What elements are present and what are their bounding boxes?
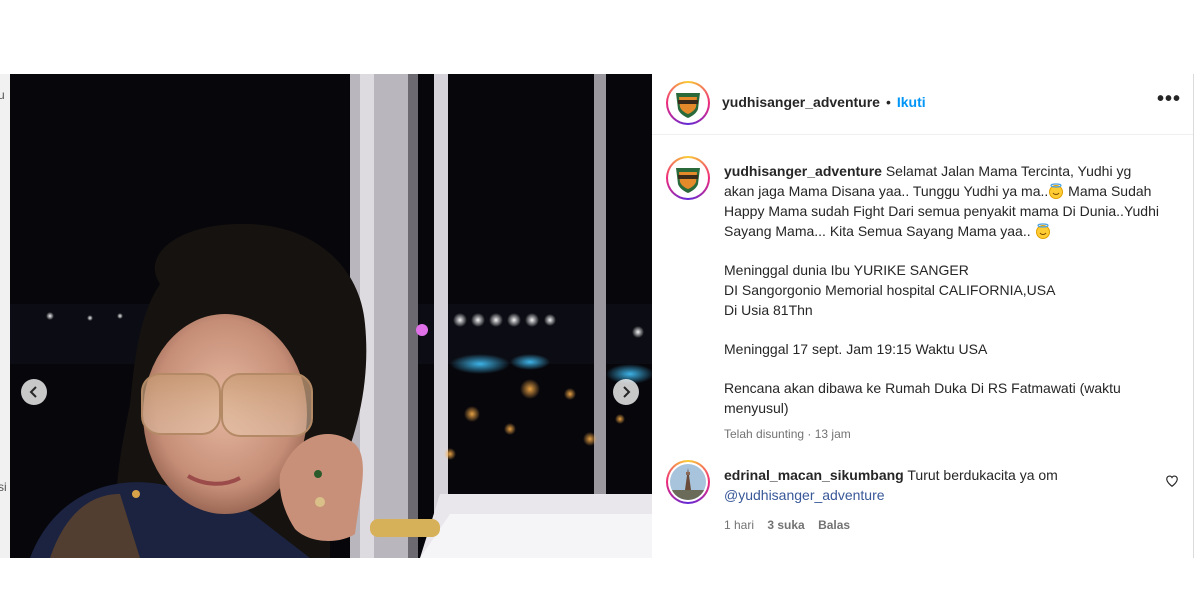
header-separator: • <box>885 94 891 110</box>
caption-paragraph-4: Rencana akan dibawa ke Rumah Duka Di RS … <box>724 380 1121 416</box>
post-photo <box>10 74 652 558</box>
heart-outline-icon[interactable] <box>1165 474 1179 488</box>
caption-death-notice: Meninggal dunia Ibu YURIKE SANGER <box>724 262 969 278</box>
post-container: u si yudhisanger_adventure • Ikuti ••• y… <box>0 74 1200 558</box>
smiling-face-emoji-icon <box>1035 223 1050 239</box>
peek-text-top: u <box>0 88 5 102</box>
follow-button[interactable]: Ikuti <box>897 94 926 110</box>
caption-age: Di Usia 81Thn <box>724 302 813 318</box>
comment-time[interactable]: 1 hari <box>724 518 754 532</box>
comment-meta: 1 hari 3 suka Balas <box>724 515 1164 535</box>
commenter-avatar[interactable] <box>666 460 710 504</box>
tower-photo-icon <box>670 464 706 500</box>
adventure-logo-icon <box>670 160 706 196</box>
caption-username-link[interactable]: yudhisanger_adventure <box>724 163 882 179</box>
comment-body: edrinal_macan_sikumbang Turut berdukacit… <box>724 465 1164 505</box>
header-username-link[interactable]: yudhisanger_adventure <box>722 94 880 110</box>
meta-separator: · <box>804 427 815 441</box>
edited-label: Telah disunting <box>724 427 805 441</box>
caption-author-avatar[interactable] <box>666 156 710 200</box>
caption-paragraph-1: yudhisanger_adventure Selamat Jalan Mama… <box>724 161 1164 241</box>
previous-image-button[interactable] <box>21 379 47 405</box>
post-time[interactable]: 13 jam <box>815 427 851 441</box>
comment-item: edrinal_macan_sikumbang Turut berdukacit… <box>724 465 1164 535</box>
adventure-logo-icon <box>670 85 706 121</box>
peek-text-bottom: si <box>0 480 7 494</box>
comment-likes[interactable]: 3 suka <box>767 518 804 532</box>
reply-button[interactable]: Balas <box>818 518 850 532</box>
chevron-right-icon <box>623 386 631 398</box>
caption-paragraph-3: Meninggal 17 sept. Jam 19:15 Waktu USA <box>724 341 988 357</box>
smiling-face-emoji-icon <box>1049 183 1064 199</box>
post-caption: yudhisanger_adventure Selamat Jalan Mama… <box>724 161 1164 444</box>
previous-post-peek: u si <box>0 74 10 558</box>
post-header: yudhisanger_adventure • Ikuti ••• <box>652 74 1193 135</box>
author-avatar[interactable] <box>666 81 710 125</box>
caption-hospital: DI Sangorgonio Memorial hospital CALIFOR… <box>724 282 1056 298</box>
next-image-button[interactable] <box>613 379 639 405</box>
commenter-username-link[interactable]: edrinal_macan_sikumbang <box>724 467 904 483</box>
header-user-line: yudhisanger_adventure • Ikuti <box>722 94 926 110</box>
post-side-panel: yudhisanger_adventure • Ikuti ••• yudhisan <box>652 74 1194 558</box>
caption-paragraph-2: Meninggal dunia Ibu YURIKE SANGER DI San… <box>724 260 1164 320</box>
chevron-left-icon <box>29 386 37 398</box>
more-options-icon[interactable]: ••• <box>1157 88 1181 111</box>
caption-meta: Telah disunting · 13 jam <box>724 424 1164 444</box>
comment-text: Turut berdukacita ya om <box>903 467 1058 483</box>
post-media: u si <box>0 74 652 558</box>
mention-link[interactable]: @yudhisanger_adventure <box>724 487 885 503</box>
